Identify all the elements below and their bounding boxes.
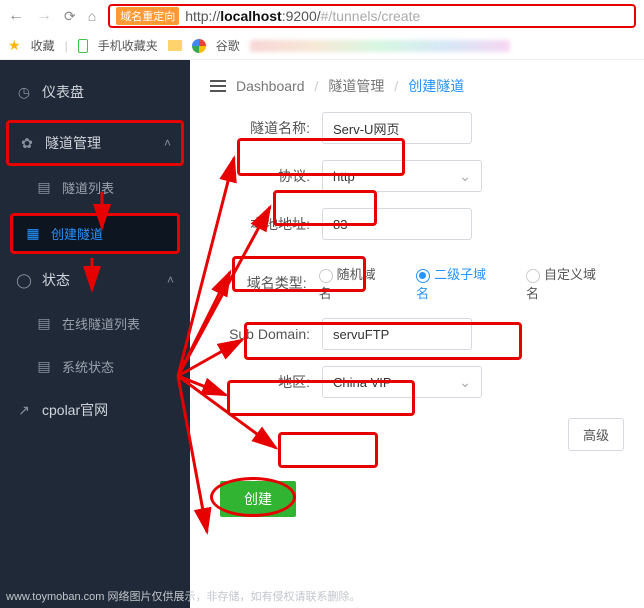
folder-icon[interactable]: [168, 40, 182, 51]
input-local-addr[interactable]: 83: [322, 208, 472, 240]
reload-icon[interactable]: ⟳: [64, 8, 76, 25]
sidebar-item-tunnel-list[interactable]: ▤ 隧道列表: [0, 166, 190, 209]
create-button[interactable]: 创建: [220, 481, 296, 517]
input-subdomain[interactable]: servuFTP: [322, 318, 472, 350]
label-local-addr: 本地地址:: [220, 214, 310, 234]
sidebar-item-online-list[interactable]: ▤ 在线隧道列表: [0, 302, 190, 345]
bookmark-bar: ★ 收藏 | 手机收藏夹 谷歌: [0, 32, 644, 60]
address-bar[interactable]: 域名重定向 http://localhost:9200/#/tunnels/cr…: [108, 4, 636, 28]
radio-random-domain[interactable]: 随机域名: [319, 264, 386, 302]
back-icon[interactable]: ←: [8, 7, 24, 25]
sidebar-item-cpolar-site[interactable]: ↗ cpolar官网: [0, 388, 190, 432]
status-icon: ◯: [16, 272, 32, 289]
main-content: Dashboard / 隧道管理 / 创建隧道 隧道名称: Serv-U网页 协…: [190, 60, 644, 608]
favorites-label[interactable]: 收藏: [31, 37, 55, 54]
blurred-bookmarks: [250, 40, 510, 52]
grid-icon: ▦: [25, 225, 41, 242]
footer-watermark: www.toymoban.com 网络图片仅供展示，非存储，如有侵权请联系删除。: [6, 588, 360, 604]
sidebar-item-tunnel-mgmt[interactable]: ✿ 隧道管理 ˄: [6, 120, 184, 166]
sidebar: ◷ 仪表盘 ✿ 隧道管理 ˄ ▤ 隧道列表 ▦ 创建隧道 ◯ 状态 ˄ ▤ 在线…: [0, 60, 190, 608]
radio-subdomain[interactable]: 二级子域名: [416, 264, 496, 302]
row-region: 地区: China VIP: [220, 366, 624, 398]
google-label[interactable]: 谷歌: [216, 37, 240, 54]
gear-icon: ✿: [19, 135, 35, 152]
crumb-create-tunnel: 创建隧道: [408, 76, 464, 96]
breadcrumb: Dashboard / 隧道管理 / 创建隧道: [190, 60, 644, 112]
hamburger-icon[interactable]: [210, 80, 226, 92]
label-subdomain: Sub Domain:: [220, 326, 310, 342]
row-protocol: 协议: http: [220, 160, 624, 192]
gauge-icon: ◷: [16, 84, 32, 101]
advanced-button[interactable]: 高级: [568, 418, 624, 451]
label-protocol: 协议:: [220, 166, 310, 186]
row-subdomain: Sub Domain: servuFTP: [220, 318, 624, 350]
row-domain-type: 域名类型: 随机域名 二级子域名 自定义域名: [220, 264, 624, 302]
forward-icon[interactable]: →: [36, 7, 52, 25]
google-icon[interactable]: [192, 39, 206, 53]
url-text: http://localhost:9200/#/tunnels/create: [185, 8, 420, 24]
label-tunnel-name: 隧道名称:: [220, 118, 310, 138]
sidebar-item-dashboard[interactable]: ◷ 仪表盘: [0, 70, 190, 114]
row-local-addr: 本地地址: 83: [220, 208, 624, 240]
mobile-fav-label[interactable]: 手机收藏夹: [98, 37, 158, 54]
list-icon: ▤: [36, 358, 52, 375]
chevron-up-icon: ˄: [167, 273, 174, 287]
home-icon[interactable]: ⌂: [88, 8, 96, 24]
redirect-tag: 域名重定向: [116, 7, 179, 25]
browser-toolbar: ← → ⟳ ⌂ 域名重定向 http://localhost:9200/#/tu…: [0, 0, 644, 32]
label-domain-type: 域名类型:: [220, 273, 307, 293]
crumb-dashboard[interactable]: Dashboard: [236, 78, 305, 94]
external-link-icon: ↗: [16, 402, 32, 419]
select-protocol[interactable]: http: [322, 160, 482, 192]
star-icon[interactable]: ★: [8, 37, 21, 54]
app-root: ◷ 仪表盘 ✿ 隧道管理 ˄ ▤ 隧道列表 ▦ 创建隧道 ◯ 状态 ˄ ▤ 在线…: [0, 60, 644, 608]
row-tunnel-name: 隧道名称: Serv-U网页: [220, 112, 624, 144]
create-tunnel-form: 隧道名称: Serv-U网页 协议: http 本地地址: 83 域名类型: 随…: [190, 112, 644, 537]
input-tunnel-name[interactable]: Serv-U网页: [322, 112, 472, 144]
select-region[interactable]: China VIP: [322, 366, 482, 398]
chevron-up-icon: ˄: [164, 136, 171, 150]
phone-icon[interactable]: [78, 39, 88, 53]
list-icon: ▤: [36, 179, 52, 196]
sidebar-item-status[interactable]: ◯ 状态 ˄: [0, 258, 190, 302]
list-icon: ▤: [36, 315, 52, 332]
label-region: 地区:: [220, 372, 310, 392]
sidebar-item-create-tunnel[interactable]: ▦ 创建隧道: [10, 213, 180, 254]
sidebar-item-system-status[interactable]: ▤ 系统状态: [0, 345, 190, 388]
crumb-tunnel-mgmt[interactable]: 隧道管理: [328, 76, 384, 96]
radio-custom-domain[interactable]: 自定义域名: [526, 264, 606, 302]
